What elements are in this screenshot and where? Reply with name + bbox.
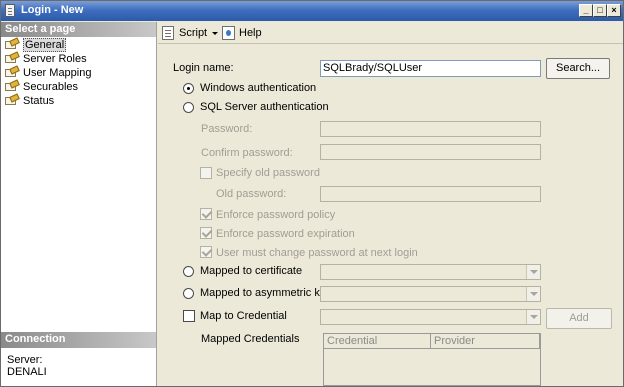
confirm-password-label: Confirm password: <box>201 147 293 159</box>
specify-old-password-checkbox[interactable] <box>200 167 212 179</box>
page-item-server-roles[interactable]: Server Roles <box>1 51 156 66</box>
windows-auth-radio[interactable] <box>183 83 194 94</box>
page-item-label: Server Roles <box>23 53 87 65</box>
chevron-down-icon[interactable] <box>526 265 540 279</box>
page-item-general[interactable]: General <box>1 37 156 52</box>
page-icon <box>5 65 20 79</box>
maximize-button[interactable]: □ <box>593 4 607 17</box>
help-label: Help <box>239 27 262 39</box>
chevron-down-icon[interactable] <box>526 287 540 301</box>
enforce-expiration-label: Enforce password expiration <box>216 228 355 240</box>
page-item-label: User Mapping <box>23 67 92 79</box>
login-name-input[interactable]: SQLBrady/SQLUser <box>320 60 541 77</box>
page-icon <box>5 79 20 93</box>
page-icon <box>5 93 20 107</box>
connection-header: Connection <box>1 332 156 348</box>
script-icon <box>162 26 174 40</box>
search-button[interactable]: Search... <box>546 58 610 79</box>
sql-auth-radio[interactable] <box>183 102 194 113</box>
map-credential-checkbox[interactable] <box>183 310 195 322</box>
toolbar: Script Help <box>158 22 623 44</box>
credential-dropdown[interactable] <box>320 309 541 325</box>
map-credential-label: Map to Credential <box>200 310 287 322</box>
grid-header-credential[interactable]: Credential <box>324 334 431 349</box>
minimize-button[interactable]: _ <box>579 4 593 17</box>
login-name-label: Login name: <box>173 62 234 74</box>
password-input[interactable] <box>320 121 541 137</box>
windows-auth-label: Windows authentication <box>200 82 317 94</box>
chevron-down-icon[interactable] <box>212 32 218 35</box>
connection-section: Connection Server: DENALI <box>1 332 156 386</box>
mapped-asym-label: Mapped to asymmetric key <box>200 287 332 299</box>
page-icon <box>5 37 20 51</box>
server-value: DENALI <box>7 366 47 378</box>
title-bar[interactable]: Login - New _ □ × <box>1 1 623 21</box>
script-label: Script <box>179 27 208 39</box>
page-selector-panel: Select a page General Server Roles User … <box>1 22 157 386</box>
old-password-input[interactable] <box>320 186 541 202</box>
page-item-status[interactable]: Status <box>1 93 156 108</box>
enforce-expiration-checkbox[interactable] <box>200 227 212 239</box>
window-title: Login - New <box>21 4 84 16</box>
server-label: Server: <box>7 354 43 366</box>
page-item-label: Status <box>23 95 55 107</box>
must-change-label: User must change password at next login <box>216 247 418 259</box>
asymmetric-key-dropdown[interactable] <box>320 286 541 302</box>
confirm-password-input[interactable] <box>320 144 541 160</box>
chevron-down-icon[interactable] <box>526 310 540 324</box>
mapped-credentials-grid[interactable]: Credential Provider <box>323 333 541 386</box>
mapped-cert-radio[interactable] <box>183 266 194 277</box>
password-label: Password: <box>201 123 253 135</box>
page-item-user-mapping[interactable]: User Mapping <box>1 65 156 80</box>
help-icon <box>222 26 235 40</box>
mapped-credentials-label: Mapped Credentials <box>201 333 300 345</box>
mapped-asym-radio[interactable] <box>183 288 194 299</box>
specify-old-password-label: Specify old password <box>216 167 320 179</box>
add-credential-button[interactable]: Add <box>546 308 612 329</box>
help-button[interactable]: Help <box>222 25 262 41</box>
mapped-cert-label: Mapped to certificate <box>200 265 303 277</box>
page-icon <box>5 51 20 65</box>
grid-header-provider[interactable]: Provider <box>431 334 540 349</box>
page-item-label: Securables <box>23 81 79 93</box>
window-document-icon <box>5 4 15 17</box>
close-button[interactable]: × <box>607 4 621 17</box>
page-item-label: General <box>23 38 67 52</box>
login-new-window: Login - New _ □ × Select a page General … <box>0 0 624 387</box>
must-change-checkbox[interactable] <box>200 246 212 258</box>
script-button[interactable]: Script <box>162 25 220 41</box>
old-password-label: Old password: <box>216 188 287 200</box>
certificate-dropdown[interactable] <box>320 264 541 280</box>
sql-auth-label: SQL Server authentication <box>200 101 329 113</box>
select-page-header: Select a page <box>1 22 156 37</box>
general-page-content: Script Help Login name: SQLBrady/SQLUser… <box>158 22 623 386</box>
enforce-policy-checkbox[interactable] <box>200 208 212 220</box>
enforce-policy-label: Enforce password policy <box>216 209 336 221</box>
page-item-securables[interactable]: Securables <box>1 79 156 94</box>
